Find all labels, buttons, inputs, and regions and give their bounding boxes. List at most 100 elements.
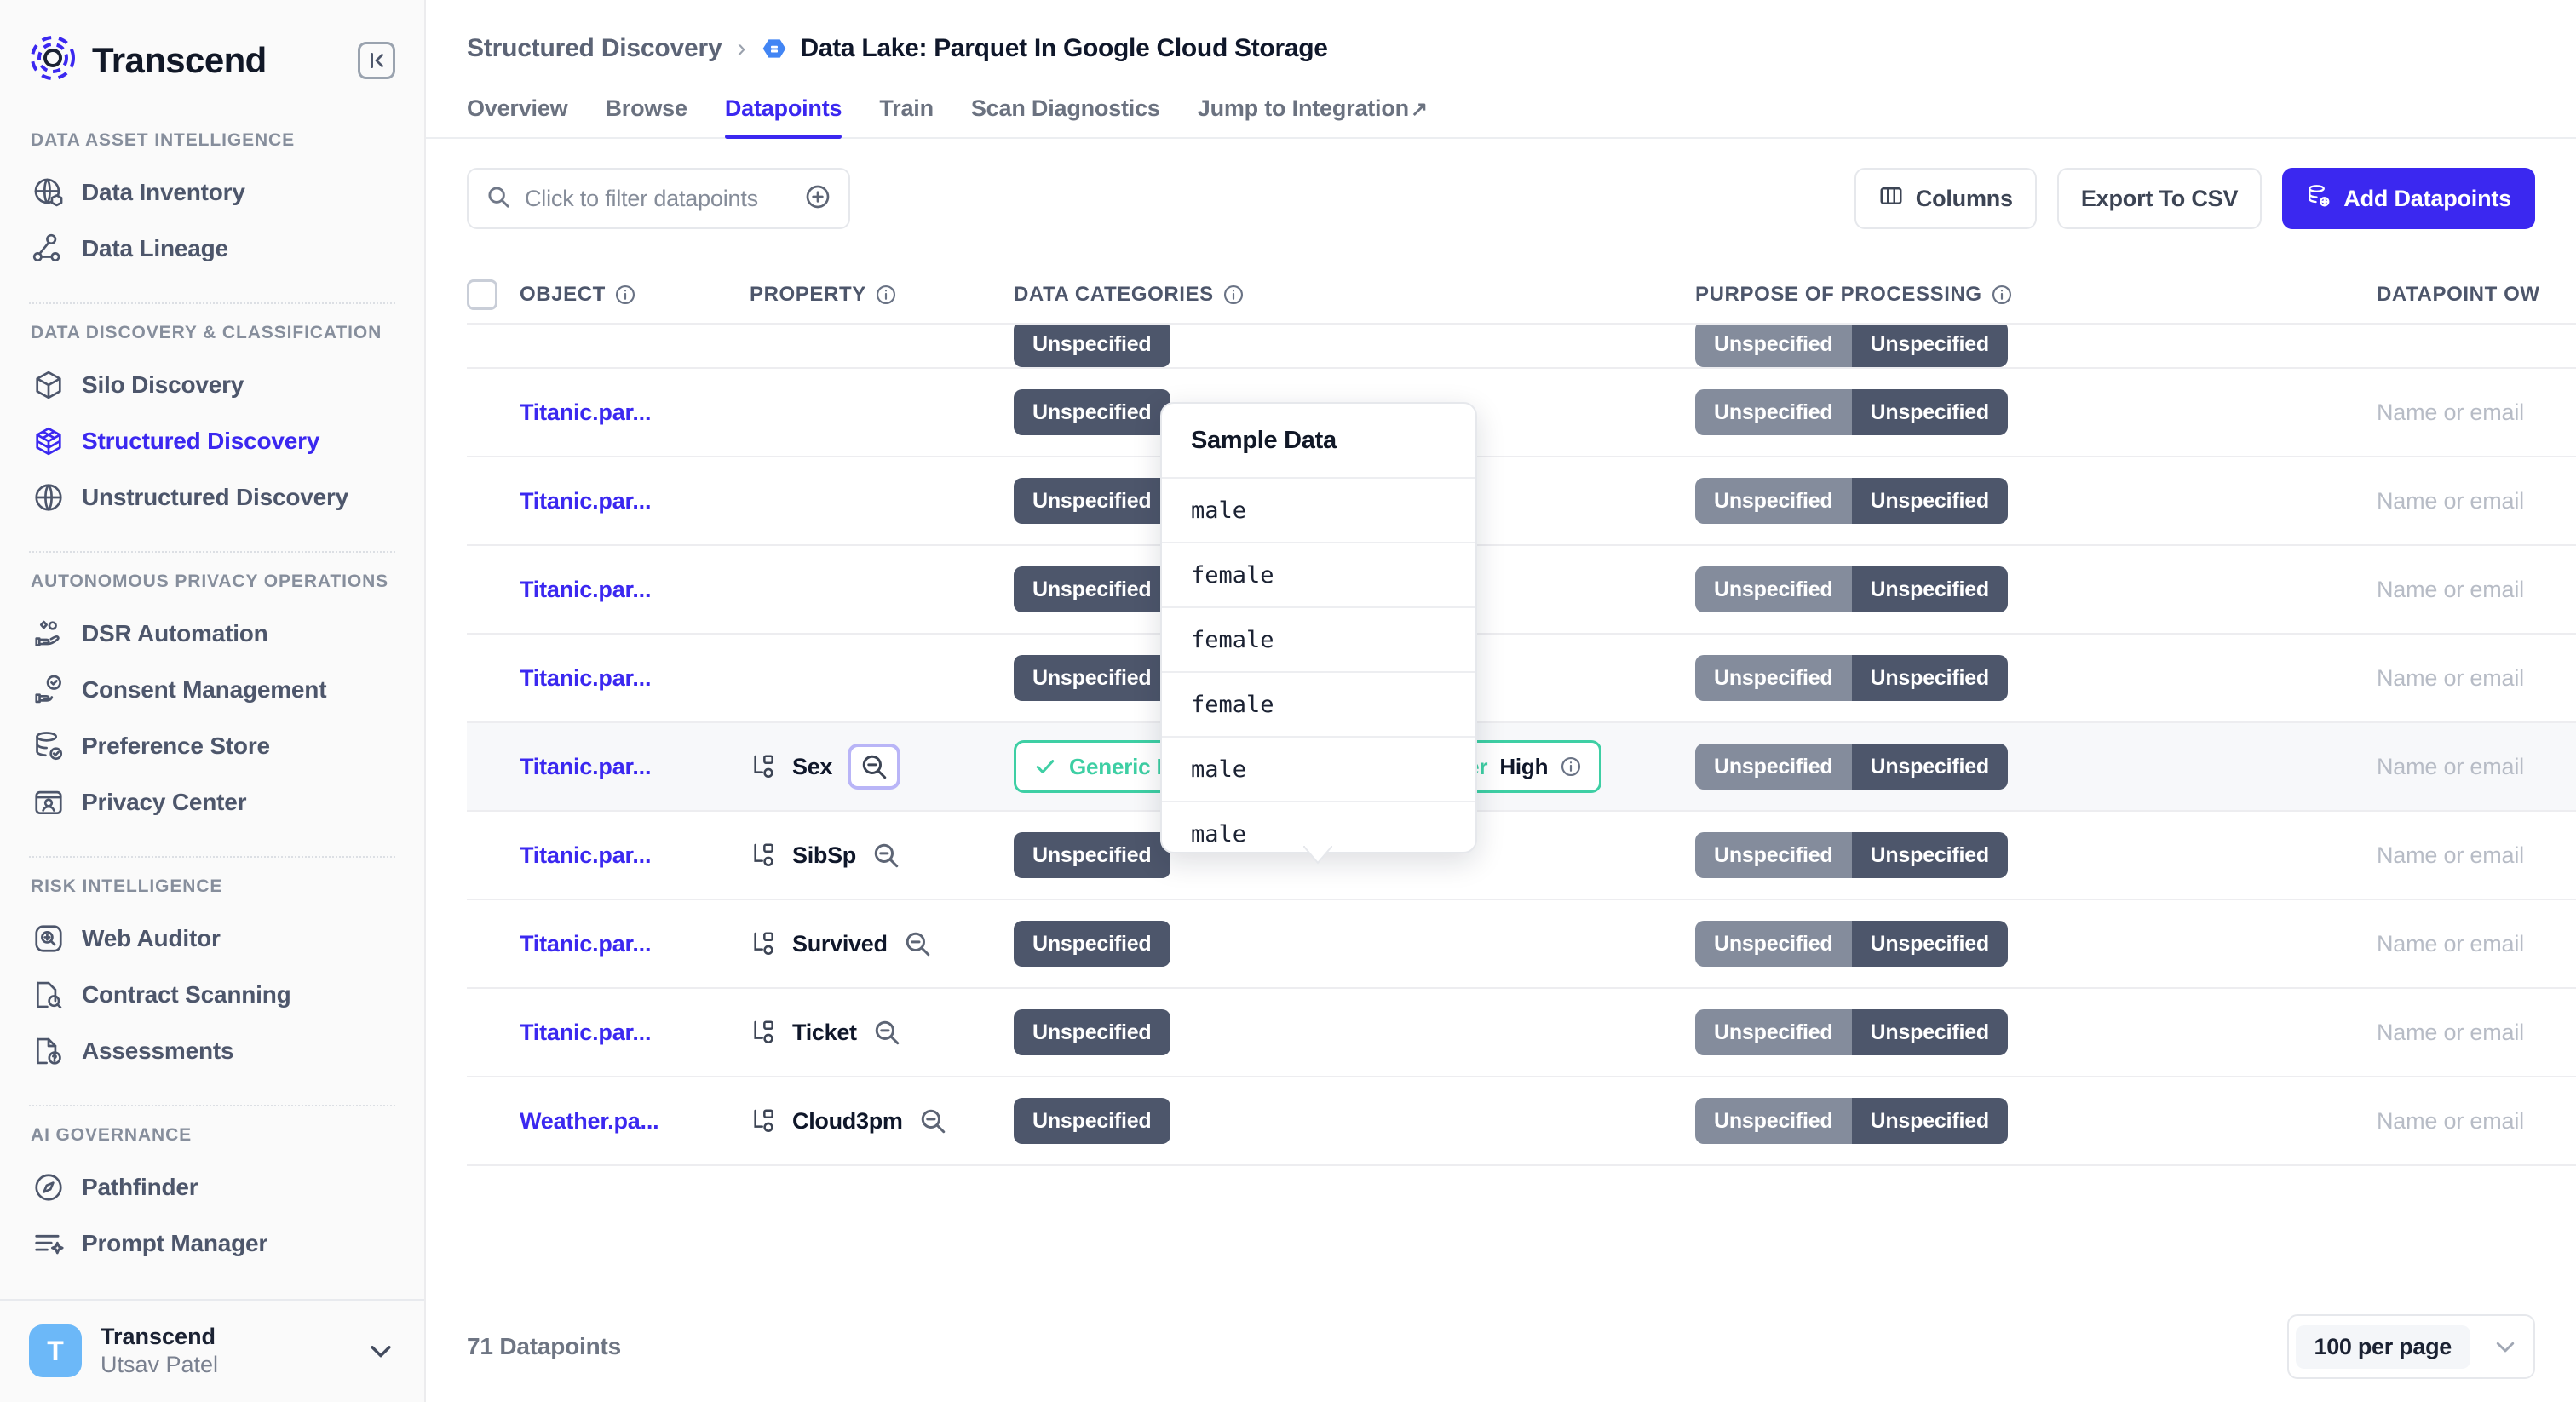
- sidebar-item-data-inventory[interactable]: Data Inventory: [24, 164, 400, 221]
- cell-owner[interactable]: Name or email: [2377, 842, 2547, 869]
- info-icon[interactable]: [1991, 284, 2013, 306]
- sidebar-item-silo-discovery[interactable]: Silo Discovery: [24, 357, 400, 413]
- column-header-datapoint-owner[interactable]: DATAPOINT OW: [2377, 283, 2547, 307]
- column-header-property[interactable]: PROPERTY: [750, 283, 1014, 307]
- sidebar-item-unstructured-discovery[interactable]: Unstructured Discovery: [24, 469, 400, 526]
- object-link[interactable]: Titanic.par...: [520, 488, 651, 514]
- account-switcher[interactable]: T Transcend Utsav Patel: [0, 1299, 424, 1402]
- breadcrumb-parent[interactable]: Structured Discovery: [467, 34, 722, 63]
- purpose-badge-right: Unspecified: [1852, 389, 2009, 435]
- sidebar-item-dsr-automation[interactable]: DSR Automation: [24, 606, 400, 662]
- info-icon[interactable]: [1222, 284, 1245, 306]
- status-badge[interactable]: Unspecified: [1014, 1009, 1170, 1055]
- object-link[interactable]: Titanic.par...: [520, 577, 651, 602]
- table-row[interactable]: Titanic.par... Unspecified Unspecified U…: [467, 546, 2576, 635]
- cell-owner[interactable]: Name or email: [2377, 1108, 2547, 1135]
- table-row[interactable]: Titanic.par... Unspecified Unspecified U…: [467, 457, 2576, 546]
- purpose-badge[interactable]: Unspecified Unspecified: [1695, 655, 2008, 701]
- search-input[interactable]: Click to filter datapoints: [467, 168, 850, 229]
- sidebar-item-pathfinder[interactable]: Pathfinder: [24, 1159, 400, 1215]
- object-link[interactable]: Titanic.par...: [520, 399, 651, 425]
- magnifier-minus-icon[interactable]: [872, 1018, 901, 1047]
- cell-owner[interactable]: Name or email: [2377, 665, 2547, 692]
- table-row[interactable]: Titanic.par... Ticket Unspecified Unspec…: [467, 989, 2576, 1077]
- tab-jump-to-integration[interactable]: Jump to Integration↗: [1179, 95, 1446, 137]
- status-badge[interactable]: Unspecified: [1014, 1098, 1170, 1144]
- object-link[interactable]: Titanic.par...: [520, 665, 651, 691]
- status-badge[interactable]: Unspecified: [1014, 566, 1170, 612]
- column-header-data-categories[interactable]: DATA CATEGORIES: [1014, 283, 1695, 307]
- tab-train[interactable]: Train: [860, 95, 952, 137]
- sidebar-item-web-auditor[interactable]: Web Auditor: [24, 911, 400, 967]
- export-to-csv-button[interactable]: Export To CSV: [2057, 168, 2262, 229]
- table-row[interactable]: Titanic.par... SibSp Unspecified Unspeci…: [467, 812, 2576, 900]
- brand[interactable]: Transcend: [29, 34, 267, 86]
- table-row-sex[interactable]: Titanic.par... Sex: [467, 723, 2576, 812]
- cell-data-categories: Unspecified: [1014, 1098, 1695, 1144]
- purpose-badge[interactable]: Unspecified Unspecified: [1695, 921, 2008, 967]
- sidebar-item-data-lineage[interactable]: Data Lineage: [24, 221, 400, 277]
- sidebar-item-preference-store[interactable]: Preference Store: [24, 718, 400, 774]
- sidebar-item-structured-discovery[interactable]: Structured Discovery: [24, 413, 400, 469]
- purpose-badge[interactable]: Unspecified Unspecified: [1695, 744, 2008, 790]
- cell-object: Titanic.par...: [520, 665, 750, 692]
- purpose-badge[interactable]: Unspecified Unspecified: [1695, 832, 2008, 878]
- tab-overview[interactable]: Overview: [448, 95, 586, 137]
- status-badge[interactable]: Unspecified: [1014, 921, 1170, 967]
- external-link-icon: ↗: [1411, 98, 1428, 121]
- object-link[interactable]: Titanic.par...: [520, 1020, 651, 1045]
- column-header-purpose-of-processing[interactable]: PURPOSE OF PROCESSING: [1695, 283, 2377, 307]
- sample-data-button[interactable]: [848, 744, 900, 790]
- status-badge[interactable]: Unspecified: [1014, 389, 1170, 435]
- purpose-badge[interactable]: Unspecified Unspecified: [1695, 1009, 2008, 1055]
- purpose-badge[interactable]: Unspecified Unspecified: [1695, 566, 2008, 612]
- info-icon[interactable]: [875, 284, 897, 306]
- table-row[interactable]: Unspecified Unspecified Unspecified: [467, 325, 2576, 369]
- chevron-down-icon[interactable]: [366, 1336, 395, 1365]
- cell-owner[interactable]: Name or email: [2377, 754, 2547, 780]
- object-link[interactable]: Titanic.par...: [520, 754, 651, 779]
- per-page-select[interactable]: 100 per page: [2287, 1314, 2536, 1379]
- purpose-badge[interactable]: Unspecified Unspecified: [1695, 1098, 2008, 1144]
- tab-datapoints[interactable]: Datapoints: [706, 95, 861, 137]
- purpose-badge[interactable]: Unspecified Unspecified: [1695, 478, 2008, 524]
- avatar: T: [29, 1324, 82, 1377]
- status-badge[interactable]: Unspecified: [1014, 478, 1170, 524]
- info-icon[interactable]: [614, 284, 636, 306]
- purpose-badge[interactable]: Unspecified Unspecified: [1695, 389, 2008, 435]
- sidebar-item-contract-scanning[interactable]: Contract Scanning: [24, 967, 400, 1023]
- magnifier-minus-icon[interactable]: [918, 1106, 947, 1135]
- select-all-checkbox[interactable]: [467, 279, 497, 310]
- info-icon[interactable]: [1560, 756, 1582, 778]
- tab-browse[interactable]: Browse: [586, 95, 705, 137]
- plus-circle-icon[interactable]: [804, 183, 831, 215]
- table-row[interactable]: Titanic.par... Unspecified Unspecified U…: [467, 635, 2576, 723]
- object-link[interactable]: Weather.pa...: [520, 1108, 658, 1134]
- table-row[interactable]: Weather.pa... Cloud3pm Unspecified Unspe…: [467, 1077, 2576, 1166]
- cell-owner[interactable]: Name or email: [2377, 399, 2547, 426]
- tab-scan-diagnostics[interactable]: Scan Diagnostics: [952, 95, 1179, 137]
- collapse-sidebar-icon[interactable]: [358, 42, 395, 79]
- cell-owner[interactable]: Name or email: [2377, 488, 2547, 514]
- status-badge[interactable]: Unspecified: [1014, 655, 1170, 701]
- cell-owner[interactable]: Name or email: [2377, 931, 2547, 957]
- status-badge[interactable]: Unspecified: [1014, 325, 1170, 367]
- object-link[interactable]: Titanic.par...: [520, 842, 651, 868]
- add-datapoints-button[interactable]: Add Datapoints: [2282, 168, 2535, 229]
- object-link[interactable]: Titanic.par...: [520, 931, 651, 957]
- columns-button[interactable]: Columns: [1854, 168, 2037, 229]
- sidebar-item-assessments[interactable]: Assessments: [24, 1023, 400, 1079]
- cell-owner[interactable]: Name or email: [2377, 577, 2547, 603]
- column-label: PROPERTY: [750, 283, 866, 307]
- sidebar-item-privacy-center[interactable]: Privacy Center: [24, 774, 400, 830]
- magnifier-minus-icon[interactable]: [871, 841, 900, 870]
- purpose-badge[interactable]: Unspecified Unspecified: [1695, 325, 2008, 367]
- column-header-object[interactable]: OBJECT: [520, 283, 750, 307]
- sidebar-item-prompt-manager[interactable]: Prompt Manager: [24, 1215, 400, 1272]
- cell-owner[interactable]: Name or email: [2377, 1020, 2547, 1046]
- sidebar-item-consent-management[interactable]: Consent Management: [24, 662, 400, 718]
- table-row[interactable]: Titanic.par... Survived Unspecified Unsp…: [467, 900, 2576, 989]
- magnifier-minus-icon[interactable]: [903, 929, 932, 958]
- status-badge[interactable]: Unspecified: [1014, 832, 1170, 878]
- table-row[interactable]: Titanic.par... Unspecified Unspecified U…: [467, 369, 2576, 457]
